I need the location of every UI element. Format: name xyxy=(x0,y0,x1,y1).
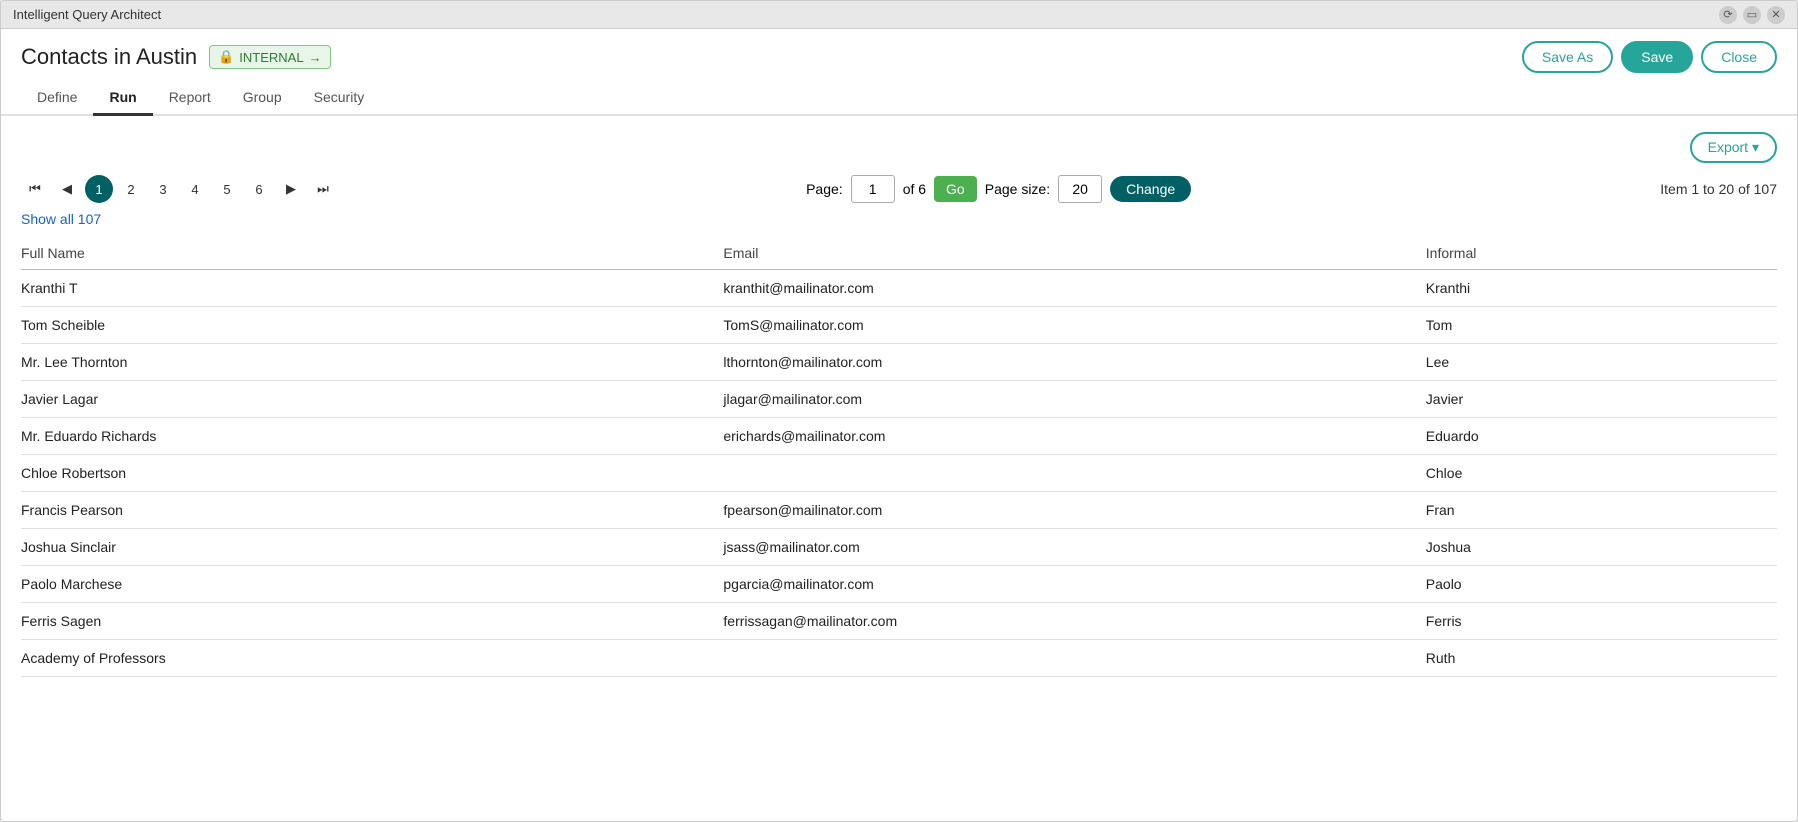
tab-group[interactable]: Group xyxy=(227,81,298,116)
cell-informal: Chloe xyxy=(1426,455,1777,492)
go-button[interactable]: Go xyxy=(934,176,977,202)
page-2-button[interactable]: 2 xyxy=(117,175,145,203)
table-row: Kranthi T kranthit@mailinator.com Kranth… xyxy=(21,270,1777,307)
page-size-label: Page size: xyxy=(985,181,1050,197)
restore-button[interactable]: ⟳ xyxy=(1719,6,1737,24)
tab-define[interactable]: Define xyxy=(21,81,93,116)
internal-badge[interactable]: 🔒 INTERNAL → xyxy=(209,45,330,69)
cell-email: ferrissagan@mailinator.com xyxy=(723,603,1425,640)
cell-informal: Joshua xyxy=(1426,529,1777,566)
main-window: Intelligent Query Architect ⟳ ▭ ✕ Contac… xyxy=(0,0,1798,822)
tab-run[interactable]: Run xyxy=(93,81,152,116)
export-button[interactable]: Export ▾ xyxy=(1690,132,1777,163)
cell-informal: Paolo xyxy=(1426,566,1777,603)
page-6-button[interactable]: 6 xyxy=(245,175,273,203)
cell-full-name: Javier Lagar xyxy=(21,381,723,418)
col-header-email: Email xyxy=(723,237,1425,270)
page-number-input[interactable] xyxy=(851,175,895,203)
page-3-button[interactable]: 3 xyxy=(149,175,177,203)
cell-email xyxy=(723,455,1425,492)
tab-security[interactable]: Security xyxy=(298,81,381,116)
title-bar: Intelligent Query Architect ⟳ ▭ ✕ xyxy=(1,1,1797,29)
data-table: Full Name Email Informal Kranthi T krant… xyxy=(21,237,1777,677)
save-button[interactable]: Save xyxy=(1621,41,1693,73)
cell-email: TomS@mailinator.com xyxy=(723,307,1425,344)
tabs: Define Run Report Group Security xyxy=(1,81,1797,116)
cell-informal: Kranthi xyxy=(1426,270,1777,307)
table-row: Paolo Marchese pgarcia@mailinator.com Pa… xyxy=(21,566,1777,603)
minimize-button[interactable]: ▭ xyxy=(1743,6,1761,24)
table-row: Ferris Sagen ferrissagan@mailinator.com … xyxy=(21,603,1777,640)
toolbar-row: Export ▾ xyxy=(21,132,1777,163)
cell-full-name: Kranthi T xyxy=(21,270,723,307)
cell-informal: Ferris xyxy=(1426,603,1777,640)
cell-email: pgarcia@mailinator.com xyxy=(723,566,1425,603)
show-all-link[interactable]: Show all 107 xyxy=(21,211,1777,227)
table-row: Francis Pearson fpearson@mailinator.com … xyxy=(21,492,1777,529)
arrow-icon: → xyxy=(309,50,322,65)
cell-informal: Eduardo xyxy=(1426,418,1777,455)
table-row: Tom Scheible TomS@mailinator.com Tom xyxy=(21,307,1777,344)
item-summary: Item 1 to 20 of 107 xyxy=(1660,181,1777,197)
cell-full-name: Ferris Sagen xyxy=(21,603,723,640)
table-row: Joshua Sinclair jsass@mailinator.com Jos… xyxy=(21,529,1777,566)
cell-email: jsass@mailinator.com xyxy=(723,529,1425,566)
cell-full-name: Mr. Lee Thornton xyxy=(21,344,723,381)
page-1-button[interactable]: 1 xyxy=(85,175,113,203)
page-size-input[interactable] xyxy=(1058,175,1102,203)
of-text: of 6 xyxy=(903,181,926,197)
cell-informal: Tom xyxy=(1426,307,1777,344)
table-row: Mr. Lee Thornton lthornton@mailinator.co… xyxy=(21,344,1777,381)
tab-report[interactable]: Report xyxy=(153,81,227,116)
col-header-full-name: Full Name xyxy=(21,237,723,270)
table-row: Javier Lagar jlagar@mailinator.com Javie… xyxy=(21,381,1777,418)
cell-informal: Fran xyxy=(1426,492,1777,529)
cell-full-name: Mr. Eduardo Richards xyxy=(21,418,723,455)
prev-page-button[interactable]: ◀ xyxy=(53,175,81,203)
next-page-button[interactable]: ▶ xyxy=(277,175,305,203)
cell-email xyxy=(723,640,1425,677)
cell-full-name: Paolo Marchese xyxy=(21,566,723,603)
lock-icon: 🔒 xyxy=(218,49,234,65)
cell-informal: Javier xyxy=(1426,381,1777,418)
table-row: Mr. Eduardo Richards erichards@mailinato… xyxy=(21,418,1777,455)
cell-email: jlagar@mailinator.com xyxy=(723,381,1425,418)
app-title: Intelligent Query Architect xyxy=(13,7,161,22)
cell-informal: Ruth xyxy=(1426,640,1777,677)
header-left: Contacts in Austin 🔒 INTERNAL → xyxy=(21,44,331,70)
badge-text: INTERNAL xyxy=(239,50,303,65)
cell-informal: Lee xyxy=(1426,344,1777,381)
first-page-button[interactable]: ⏮ xyxy=(21,175,49,203)
pagination-center: Page: of 6 Go Page size: Change xyxy=(806,175,1191,203)
page-5-button[interactable]: 5 xyxy=(213,175,241,203)
page-4-button[interactable]: 4 xyxy=(181,175,209,203)
table-row: Chloe Robertson Chloe xyxy=(21,455,1777,492)
cell-full-name: Joshua Sinclair xyxy=(21,529,723,566)
page-label: Page: xyxy=(806,181,843,197)
table-row: Academy of Professors Ruth xyxy=(21,640,1777,677)
header-right: Save As Save Close xyxy=(1522,41,1777,73)
content-area: Export ▾ ⏮ ◀ 1 2 3 4 5 6 ▶ ⏭ Page: of 6 … xyxy=(1,116,1797,821)
last-page-button[interactable]: ⏭ xyxy=(309,175,337,203)
close-button[interactable]: Close xyxy=(1701,41,1777,73)
cell-full-name: Tom Scheible xyxy=(21,307,723,344)
window-close-button[interactable]: ✕ xyxy=(1767,6,1785,24)
cell-full-name: Academy of Professors xyxy=(21,640,723,677)
cell-full-name: Chloe Robertson xyxy=(21,455,723,492)
window-controls: ⟳ ▭ ✕ xyxy=(1719,6,1785,24)
col-header-informal: Informal xyxy=(1426,237,1777,270)
cell-full-name: Francis Pearson xyxy=(21,492,723,529)
cell-email: lthornton@mailinator.com xyxy=(723,344,1425,381)
save-as-button[interactable]: Save As xyxy=(1522,41,1613,73)
page-title: Contacts in Austin xyxy=(21,44,197,70)
change-button[interactable]: Change xyxy=(1110,176,1191,202)
cell-email: kranthit@mailinator.com xyxy=(723,270,1425,307)
cell-email: fpearson@mailinator.com xyxy=(723,492,1425,529)
pagination-row: ⏮ ◀ 1 2 3 4 5 6 ▶ ⏭ Page: of 6 Go Page s… xyxy=(21,175,1777,203)
cell-email: erichards@mailinator.com xyxy=(723,418,1425,455)
pagination-left: ⏮ ◀ 1 2 3 4 5 6 ▶ ⏭ xyxy=(21,175,337,203)
header: Contacts in Austin 🔒 INTERNAL → Save As … xyxy=(1,29,1797,81)
